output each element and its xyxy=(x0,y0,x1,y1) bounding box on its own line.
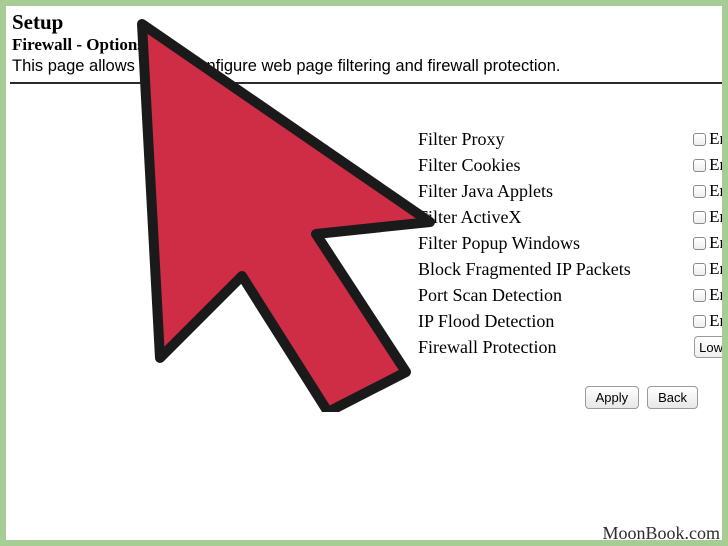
option-row: Filter Popup Windows En xyxy=(418,230,722,256)
firewall-protection-select[interactable]: Low xyxy=(694,336,722,358)
option-row: Filter Proxy En xyxy=(418,126,722,152)
enable-checkbox[interactable] xyxy=(693,289,706,302)
options-list: Filter ProxyEnFilter CookiesEnFilter Jav… xyxy=(418,126,722,360)
option-row: Firewall Protection Low xyxy=(418,334,722,360)
enable-checkbox[interactable] xyxy=(693,159,706,172)
enable-checkbox[interactable] xyxy=(693,263,706,276)
option-row: IP Flood Detection En xyxy=(418,308,722,334)
option-label: Firewall Protection xyxy=(418,337,688,358)
page-subtitle: Firewall - Options xyxy=(12,35,722,55)
enable-checkbox[interactable] xyxy=(693,185,706,198)
enable-label-fragment: En xyxy=(709,285,722,305)
option-label: Filter Cookies xyxy=(418,155,687,176)
option-row: Filter ActiveX En xyxy=(418,204,722,230)
option-control: En xyxy=(693,181,722,201)
option-label: Filter Popup Windows xyxy=(418,233,687,254)
option-control: En xyxy=(693,155,722,175)
page-title: Setup xyxy=(12,10,722,35)
enable-label-fragment: En xyxy=(709,311,722,331)
enable-checkbox[interactable] xyxy=(693,315,706,328)
attribution-text: MoonBook.com xyxy=(602,523,720,544)
enable-label-fragment: En xyxy=(709,259,722,279)
option-control: En xyxy=(693,259,722,279)
enable-label-fragment: En xyxy=(709,233,722,253)
option-label: Port Scan Detection xyxy=(418,285,687,306)
firewall-options-page: Setup Firewall - Options This page allow… xyxy=(6,6,722,540)
option-label: Block Fragmented IP Packets xyxy=(418,259,687,280)
option-control: En xyxy=(693,233,722,253)
back-button[interactable]: Back xyxy=(647,386,698,409)
option-label: Filter Java Applets xyxy=(418,181,687,202)
option-row: Filter Cookies En xyxy=(418,152,722,178)
option-row: Block Fragmented IP Packets En xyxy=(418,256,722,282)
enable-checkbox[interactable] xyxy=(693,133,706,146)
option-control: En xyxy=(693,207,722,227)
divider xyxy=(10,82,722,84)
option-label: IP Flood Detection xyxy=(418,311,687,332)
enable-label-fragment: En xyxy=(709,129,722,149)
option-label: Filter ActiveX xyxy=(418,207,687,228)
apply-button[interactable]: Apply xyxy=(585,386,640,409)
enable-label-fragment: En xyxy=(709,181,722,201)
option-control: En xyxy=(693,311,722,331)
option-control: En xyxy=(693,285,722,305)
option-control: Low xyxy=(694,336,722,358)
select-value: Low xyxy=(699,340,722,355)
option-row: Filter Java Applets En xyxy=(418,178,722,204)
option-control: En xyxy=(693,129,722,149)
enable-checkbox[interactable] xyxy=(693,237,706,250)
enable-checkbox[interactable] xyxy=(693,211,706,224)
option-row: Port Scan Detection En xyxy=(418,282,722,308)
page-description: This page allows you to configure web pa… xyxy=(12,57,722,76)
action-buttons: Apply Back xyxy=(585,386,698,409)
enable-label-fragment: En xyxy=(709,207,722,227)
option-label: Filter Proxy xyxy=(418,129,687,150)
enable-label-fragment: En xyxy=(709,155,722,175)
